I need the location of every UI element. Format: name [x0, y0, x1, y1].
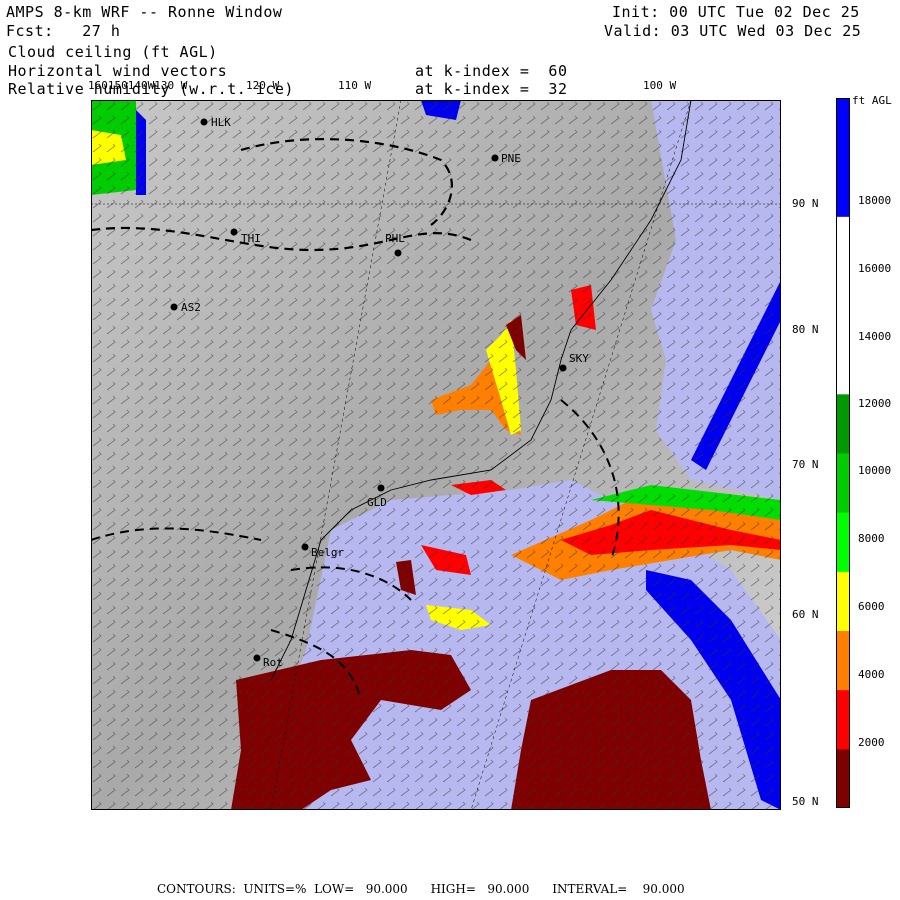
colorbar-cell [836, 157, 850, 217]
colorbar-cell [836, 98, 850, 158]
lat-label: 90 N [792, 197, 819, 210]
wind-vectors [91, 100, 781, 810]
colorbar-label: 8000 [858, 532, 885, 545]
contour-info: CONTOURS: UNITS=% LOW= 90.000 HIGH= 90.0… [157, 882, 685, 896]
colorbar-cell [836, 275, 850, 336]
colorbar-label: 4000 [858, 668, 885, 681]
colorbar-label: 18000 [858, 194, 892, 207]
lat-label: 80 N [792, 323, 819, 336]
colorbar-cell [836, 393, 850, 454]
colorbar-cell [836, 216, 850, 276]
colorbar [836, 98, 850, 808]
lat-label: 50 N [792, 795, 819, 808]
colorbar-cell [836, 334, 850, 395]
station-label: HLK [211, 116, 231, 129]
lon-label: 110 W [338, 79, 372, 92]
lon-label: 160150140W130 W [88, 79, 188, 92]
lat-label: 70 N [792, 458, 819, 471]
lon-label: 120 W [246, 79, 280, 92]
station-label: Belgr [311, 546, 344, 559]
lat-label: 60 N [792, 608, 819, 621]
field-cloud-ceiling: Cloud ceiling (ft AGL) [8, 43, 218, 61]
station-label: Rot [263, 656, 283, 669]
colorbar-cell [836, 453, 850, 513]
colorbar-label: 14000 [858, 330, 892, 343]
colorbar-label: 2000 [858, 736, 885, 749]
colorbar-label: 6000 [858, 600, 885, 613]
station-label: AS2 [181, 301, 201, 314]
station-label: SKY [569, 352, 589, 365]
colorbar-cell [836, 512, 850, 572]
forecast-hour: Fcst: 27 h [6, 22, 121, 40]
colorbar-label: 16000 [858, 262, 892, 275]
kindex-1: at k-index = 60 [415, 62, 568, 80]
colorbar-cell [836, 689, 850, 750]
colorbar-label: 12000 [858, 397, 892, 410]
colorbar-cell [836, 630, 850, 691]
colorbar-cell [836, 748, 850, 808]
colorbar-unit: ft AGL [852, 94, 892, 107]
lon-label: 100 W [643, 79, 677, 92]
valid-time: Valid: 03 UTC Wed 03 Dec 25 [604, 22, 862, 40]
station-label: PHL [385, 232, 405, 245]
colorbar-cell [836, 571, 850, 631]
init-time: Init: 00 UTC Tue 02 Dec 25 [612, 3, 860, 21]
kindex-2: at k-index = 32 [415, 80, 568, 98]
map-panel: HLK PNE THI PHL AS2 SKY GLD Belgr Rot [91, 100, 781, 810]
map-title: AMPS 8-km WRF -- Ronne Window [6, 3, 283, 21]
station-label: GLD [367, 496, 387, 509]
station-label: PNE [501, 152, 521, 165]
field-wind-vectors: Horizontal wind vectors [8, 62, 228, 80]
colorbar-label: 10000 [858, 464, 892, 477]
station-label: THI [241, 232, 261, 245]
